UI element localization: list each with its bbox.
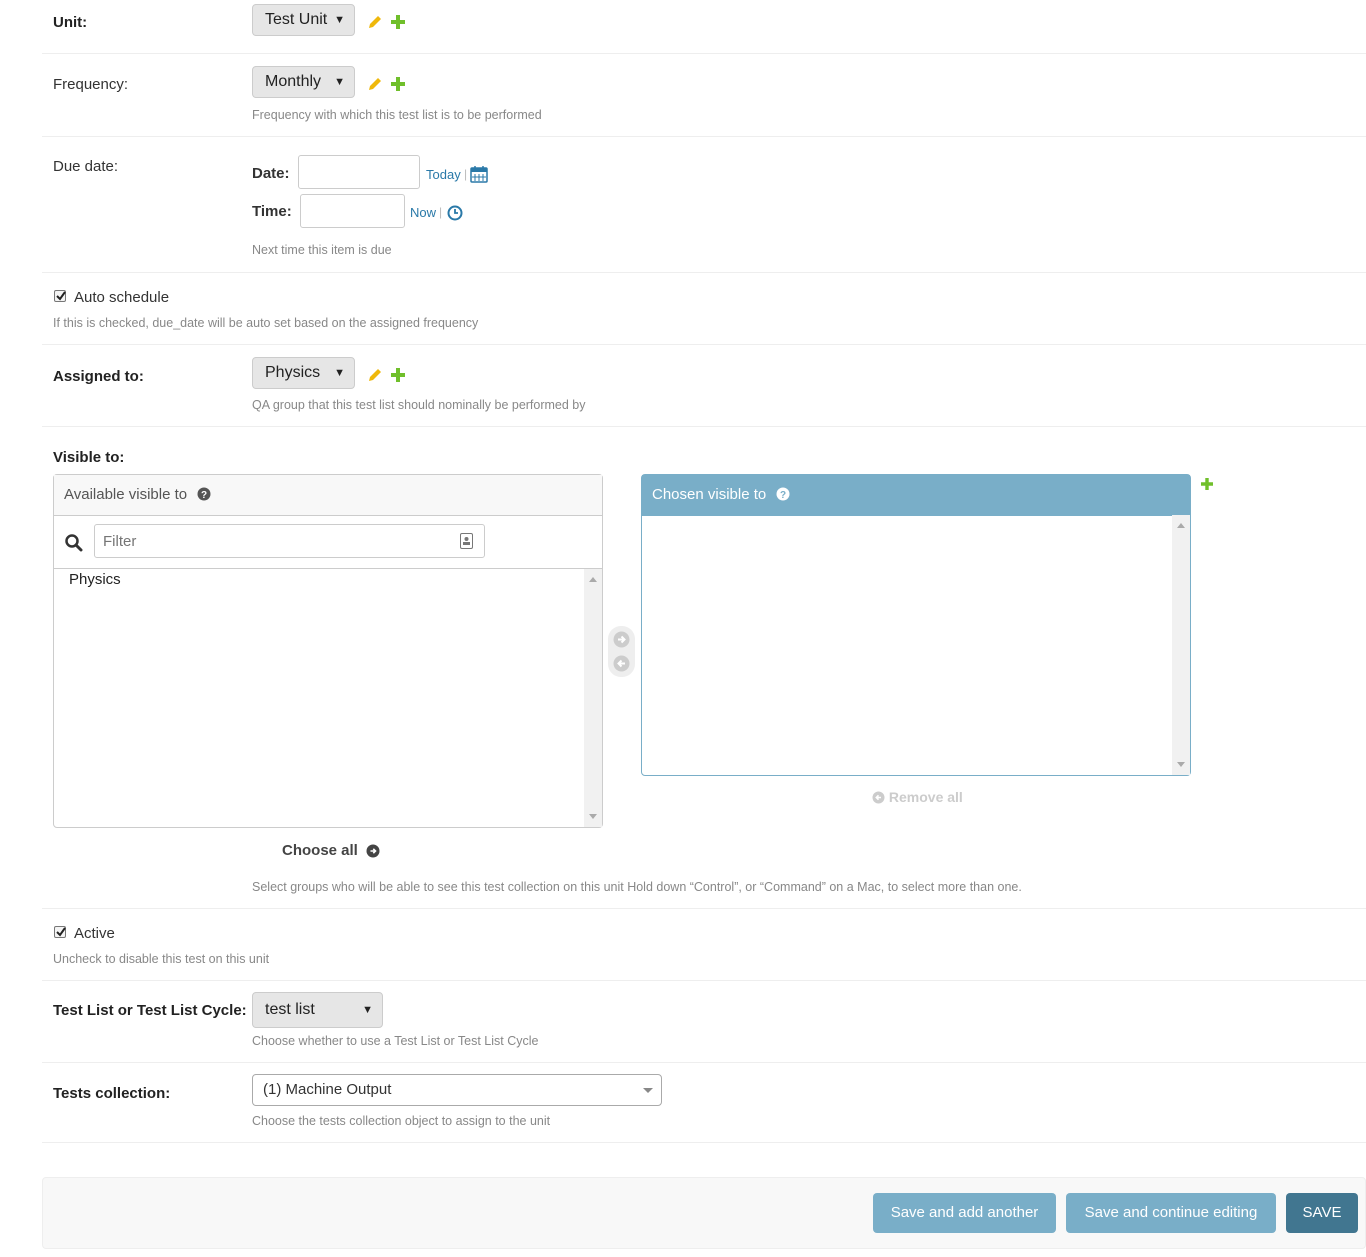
tests-collection-label: Tests collection: xyxy=(53,1085,171,1102)
due-date-label: Due date: xyxy=(53,158,119,175)
help-icon: ? xyxy=(197,487,211,501)
due-date-help: Next time this item is due xyxy=(252,243,392,257)
pencil-icon[interactable] xyxy=(367,367,383,383)
filter-bar xyxy=(54,515,602,569)
calendar-icon[interactable] xyxy=(470,165,488,183)
separator: | xyxy=(439,205,443,219)
test-list-type-label: Test List or Test List Cycle: xyxy=(53,1002,247,1019)
separator: | xyxy=(464,167,468,181)
time-label: Time: xyxy=(252,203,292,220)
auto-schedule-label: Auto schedule xyxy=(74,289,170,306)
date-input[interactable] xyxy=(298,155,420,189)
chevron-down-icon: ▼ xyxy=(334,14,345,26)
save-button[interactable]: SAVE xyxy=(1286,1193,1358,1233)
clock-icon[interactable] xyxy=(447,205,463,221)
frequency-label: Frequency: xyxy=(53,76,129,93)
chosen-list[interactable] xyxy=(642,515,1172,775)
chosen-title: Chosen visible to ? xyxy=(642,475,1190,516)
frequency-row: Frequency: Monthly ▼ Frequency with whic… xyxy=(42,54,1366,137)
scroll-down-icon[interactable] xyxy=(589,814,597,819)
choose-all-icon xyxy=(366,844,380,858)
tests-collection-select[interactable]: (1) Machine Output xyxy=(252,1074,662,1106)
available-selector: Available visible to ? Physics xyxy=(53,474,603,828)
chosen-selector: Chosen visible to ? xyxy=(641,474,1191,776)
plus-icon[interactable] xyxy=(391,368,405,382)
test-list-type-select-value: test list xyxy=(265,1001,315,1018)
assigned-to-row: Assigned to: Physics ▼ QA group that thi… xyxy=(42,345,1366,427)
frequency-select-value: Monthly xyxy=(265,73,322,90)
visible-to-help: Select groups who will be able to see th… xyxy=(252,880,1022,894)
frequency-help: Frequency with which this test list is t… xyxy=(252,108,542,122)
assigned-to-help: QA group that this test list should nomi… xyxy=(252,398,586,412)
today-link[interactable]: Today xyxy=(426,167,461,182)
tests-collection-help: Choose the tests collection object to as… xyxy=(252,1114,551,1128)
scrollbar[interactable] xyxy=(1172,515,1190,775)
chevron-down-icon xyxy=(643,1088,653,1093)
active-row: Active Uncheck to disable this test on t… xyxy=(42,909,1366,981)
chosen-title-text: Chosen visible to xyxy=(652,486,767,503)
auto-schedule-checkbox[interactable] xyxy=(54,290,66,302)
visible-to-row: Visible to: Available visible to ? Physi… xyxy=(42,427,1366,909)
help-icon: ? xyxy=(776,487,790,501)
unit-row: Unit: Test Unit ▼ xyxy=(42,0,1366,54)
due-date-row: Due date: Date: Today | Time: Now | Next… xyxy=(42,137,1366,273)
tests-collection-select-value: (1) Machine Output xyxy=(263,1081,392,1098)
plus-icon[interactable] xyxy=(1201,478,1213,490)
scrollbar[interactable] xyxy=(584,569,602,827)
pencil-icon[interactable] xyxy=(367,14,383,30)
plus-icon[interactable] xyxy=(391,15,405,29)
unit-select-value: Test Unit xyxy=(265,11,328,28)
now-link[interactable]: Now xyxy=(410,205,436,220)
chevron-down-icon: ▼ xyxy=(334,367,345,379)
time-input[interactable] xyxy=(300,194,405,228)
save-add-another-button[interactable]: Save and add another xyxy=(873,1193,1056,1233)
assigned-to-label: Assigned to: xyxy=(53,368,144,385)
save-continue-button[interactable]: Save and continue editing xyxy=(1066,1193,1276,1233)
contact-card-icon xyxy=(460,533,473,549)
filter-input[interactable] xyxy=(94,524,485,558)
frequency-select[interactable]: Monthly ▼ xyxy=(252,66,355,98)
test-list-type-select[interactable]: test list ▼ xyxy=(252,992,383,1028)
test-list-type-row: Test List or Test List Cycle: test list … xyxy=(42,981,1366,1063)
active-label: Active xyxy=(74,925,115,942)
available-title: Available visible to ? xyxy=(54,475,602,516)
scroll-down-icon[interactable] xyxy=(1177,762,1185,767)
pencil-icon[interactable] xyxy=(367,76,383,92)
active-checkbox[interactable] xyxy=(54,926,66,938)
assigned-to-select-value: Physics xyxy=(265,364,321,381)
choose-all-text: Choose all xyxy=(282,842,358,859)
visible-to-label: Visible to: xyxy=(53,449,125,466)
chevron-down-icon: ▼ xyxy=(334,76,345,88)
plus-icon[interactable] xyxy=(391,77,405,91)
svg-text:?: ? xyxy=(201,490,207,501)
remove-arrow-icon[interactable] xyxy=(613,655,630,672)
scroll-up-icon[interactable] xyxy=(1177,523,1185,528)
chevron-down-icon: ▼ xyxy=(362,1004,373,1016)
available-list[interactable]: Physics xyxy=(54,569,584,827)
test-list-type-help: Choose whether to use a Test List or Tes… xyxy=(252,1034,539,1048)
remove-all-link[interactable]: Remove all xyxy=(872,789,963,805)
available-title-text: Available visible to xyxy=(64,486,188,503)
svg-text:?: ? xyxy=(780,490,786,501)
selector-chooser xyxy=(608,626,635,677)
remove-all-text: Remove all xyxy=(888,789,963,805)
date-label: Date: xyxy=(252,165,290,182)
auto-schedule-help: If this is checked, due_date will be aut… xyxy=(53,316,479,330)
tests-collection-row: Tests collection: (1) Machine Output Cho… xyxy=(42,1063,1366,1143)
list-item[interactable]: Physics xyxy=(69,571,121,588)
unit-label: Unit: xyxy=(53,14,88,31)
remove-all-icon xyxy=(872,791,885,804)
active-help: Uncheck to disable this test on this uni… xyxy=(53,952,270,966)
search-icon xyxy=(65,534,83,552)
choose-all-link[interactable]: Choose all xyxy=(282,841,380,859)
assigned-to-select[interactable]: Physics ▼ xyxy=(252,357,355,389)
auto-schedule-row: Auto schedule If this is checked, due_da… xyxy=(42,273,1366,345)
scroll-up-icon[interactable] xyxy=(589,577,597,582)
submit-row: Save and add another Save and continue e… xyxy=(42,1177,1366,1249)
unit-select[interactable]: Test Unit ▼ xyxy=(252,4,355,36)
add-arrow-icon[interactable] xyxy=(613,631,630,648)
